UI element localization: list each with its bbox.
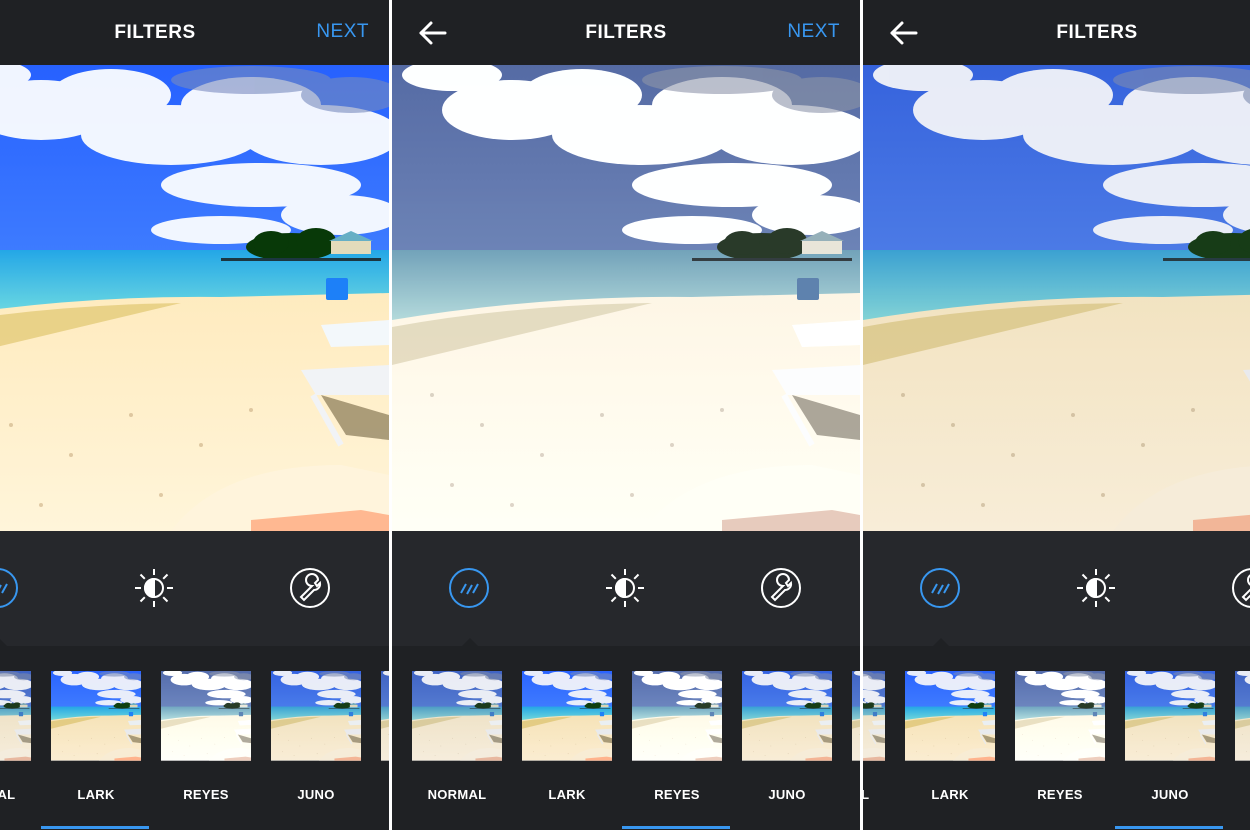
top-bar: FILTERS NEXT [392,0,860,65]
next-button[interactable]: NEXT [787,21,840,43]
filter-strip: NORMAL LARK REYES JUNO [863,646,1250,830]
filter-thumb-juno[interactable] [742,671,832,761]
filter-thumb-lark[interactable] [522,671,612,761]
filter-thumb-reyes[interactable] [1015,671,1105,761]
filter-icon[interactable] [448,567,490,609]
filter-thumb-reyes[interactable] [161,671,251,761]
filter-icon[interactable] [0,567,19,609]
top-bar: FILTERS [863,0,1250,65]
filter-thumb-reyes[interactable] [632,671,722,761]
filter-thumb-juno[interactable] [1125,671,1215,761]
filter-thumb-normal[interactable] [412,671,502,761]
tool-bar [392,531,860,646]
edit-icon[interactable] [1231,567,1250,609]
screen-reyes: FILTERS NEXT NORMAL LARK REYES JUNO [392,0,860,830]
edit-icon[interactable] [760,567,802,609]
tool-bar [863,531,1250,646]
photo-preview [863,65,1250,531]
filter-thumb-next[interactable] [381,671,389,761]
filter-label-lark: LARK [931,787,969,802]
filter-thumb-juno[interactable] [271,671,361,761]
lux-icon[interactable] [604,567,646,609]
filter-label-lark: LARK [548,787,586,802]
filter-thumb-next[interactable] [852,671,860,761]
filter-thumb-next[interactable] [1235,671,1250,761]
edit-icon[interactable] [289,567,331,609]
filter-label-reyes: REYES [654,787,700,802]
tool-bar [0,531,389,646]
filter-label-normal: NORMAL [427,787,487,802]
filter-label-lark: LARK [77,787,115,802]
lux-icon[interactable] [1075,567,1117,609]
selected-filter-indicator [41,826,149,829]
filter-thumb-lark[interactable] [51,671,141,761]
filter-label-juno: JUNO [1151,787,1189,802]
filter-label-juno: JUNO [768,787,806,802]
lux-icon[interactable] [133,567,175,609]
top-bar: FILTERS NEXT [0,0,389,65]
selected-filter-indicator [1115,826,1223,829]
screen-lark: FILTERS NEXT NORMAL LARK REYES JUNO [0,0,389,830]
filter-label-normal: NORMAL [863,787,870,802]
selected-filter-indicator [622,826,730,829]
filter-icon[interactable] [919,567,961,609]
screen-juno: FILTERS NORMAL LARK REYES JUNO [863,0,1250,830]
filter-label-normal: NORMAL [0,787,16,802]
filter-strip: NORMAL LARK REYES JUNO [0,646,389,830]
next-button[interactable]: NEXT [316,21,369,43]
photo-preview [0,65,389,531]
filter-thumb-lark[interactable] [905,671,995,761]
filter-strip: NORMAL LARK REYES JUNO [392,646,860,830]
filter-label-reyes: REYES [183,787,229,802]
filter-label-juno: JUNO [297,787,335,802]
filter-thumb-normal[interactable] [0,671,31,761]
page-title: FILTERS [1056,22,1138,43]
photo-preview [392,65,860,531]
filter-label-reyes: REYES [1037,787,1083,802]
filter-thumb-normal[interactable] [863,671,885,761]
